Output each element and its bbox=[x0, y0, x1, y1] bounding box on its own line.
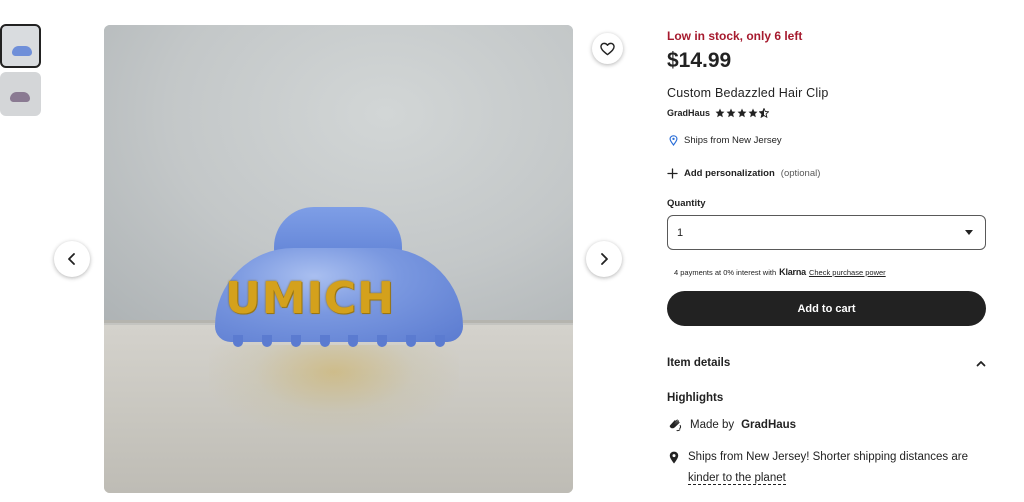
main-product-image[interactable]: UMICH bbox=[104, 25, 573, 493]
made-by-shop[interactable]: GradHaus bbox=[741, 419, 796, 431]
klarna-offer: 4 payments at 0% interest with Klarna Ch… bbox=[674, 267, 886, 277]
half-star-icon bbox=[759, 108, 770, 118]
quantity-value: 1 bbox=[677, 226, 684, 239]
next-image-button[interactable] bbox=[586, 241, 622, 277]
clip-lettering: UMICH bbox=[225, 273, 395, 324]
product-title: Custom Bedazzled Hair Clip bbox=[667, 86, 829, 100]
heart-icon bbox=[600, 42, 615, 55]
star-rating[interactable] bbox=[715, 108, 770, 118]
ships-from: Ships from New Jersey bbox=[669, 135, 782, 146]
ships-highlight-text: Ships from New Jersey! Shorter shipping … bbox=[688, 451, 968, 485]
personalization-optional: (optional) bbox=[780, 168, 821, 179]
favorite-button[interactable] bbox=[592, 33, 623, 64]
add-personalization-button[interactable]: Add personalization (optional) bbox=[667, 168, 820, 179]
add-to-cart-button[interactable]: Add to cart bbox=[667, 291, 986, 326]
thumbnail-2[interactable] bbox=[0, 72, 41, 116]
thumbnail-image bbox=[12, 46, 32, 56]
waving-hand-icon bbox=[669, 419, 682, 432]
ships-from-text: Ships from New Jersey bbox=[684, 135, 782, 146]
highlights-heading: Highlights bbox=[667, 392, 724, 404]
product-price: $14.99 bbox=[667, 49, 732, 72]
made-by-prefix: Made by bbox=[690, 419, 735, 431]
star-icon bbox=[737, 108, 747, 118]
stock-notice: Low in stock, only 6 left bbox=[667, 29, 803, 43]
chevron-up-icon bbox=[976, 360, 986, 366]
quantity-label: Quantity bbox=[667, 198, 706, 209]
thumbnail-image bbox=[10, 92, 30, 102]
ships-highlight: Ships from New Jersey! Shorter shipping … bbox=[669, 447, 989, 489]
caret-down-icon bbox=[965, 230, 973, 235]
quantity-select[interactable]: 1 bbox=[667, 215, 986, 250]
personalization-label: Add personalization bbox=[684, 168, 775, 179]
klarna-logo: Klarna bbox=[779, 267, 806, 277]
previous-image-button[interactable] bbox=[54, 241, 90, 277]
star-icon bbox=[748, 108, 758, 118]
made-by-line: Made by GradHaus bbox=[668, 418, 796, 432]
check-purchase-power-link[interactable]: Check purchase power bbox=[809, 268, 886, 277]
item-details-heading: Item details bbox=[667, 357, 731, 369]
chevron-left-icon bbox=[68, 253, 75, 265]
shop-rating-line: GradHaus bbox=[667, 108, 770, 118]
klarna-prefix: 4 payments at 0% interest with bbox=[674, 267, 777, 277]
kinder-to-planet-link[interactable]: kinder to the planet bbox=[688, 472, 786, 485]
location-pin-icon bbox=[669, 135, 678, 146]
star-icon bbox=[715, 108, 725, 118]
thumbnail-1[interactable] bbox=[0, 24, 41, 68]
item-details-toggle[interactable]: Item details bbox=[667, 357, 986, 369]
star-icon bbox=[726, 108, 736, 118]
shop-name-link[interactable]: GradHaus bbox=[667, 108, 710, 118]
plus-icon bbox=[667, 168, 678, 179]
location-pin-icon bbox=[669, 451, 679, 464]
chevron-right-icon bbox=[601, 253, 608, 265]
